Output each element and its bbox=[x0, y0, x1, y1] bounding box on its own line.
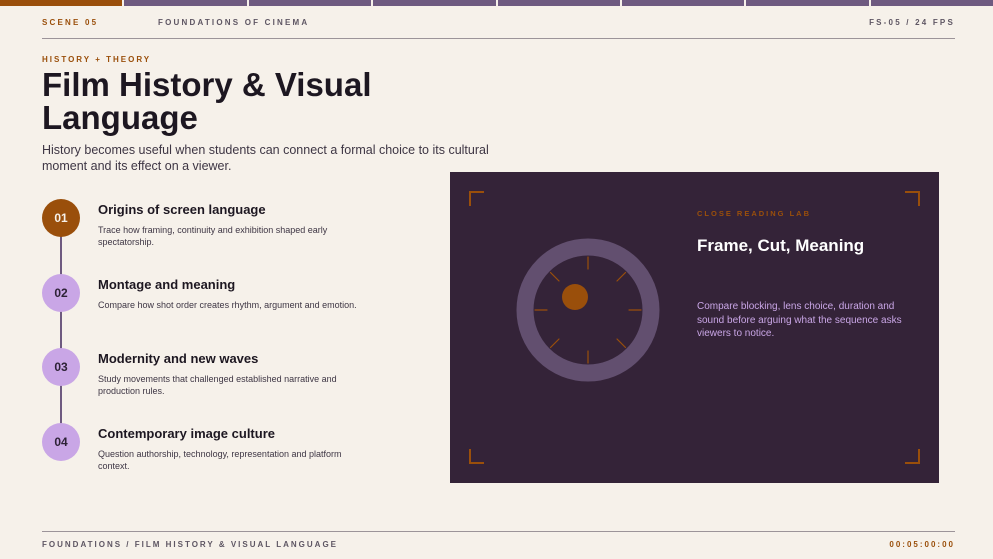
step-description: Question authorship, technology, represe… bbox=[98, 449, 342, 471]
breadcrumb: FOUNDATIONS / FILM HISTORY & VISUAL LANG… bbox=[42, 540, 339, 549]
lens-dial-icon bbox=[516, 238, 660, 382]
section-eyebrow: HISTORY + THEORY bbox=[42, 55, 152, 64]
frame-rate-label: FS-05 / 24 FPS bbox=[869, 18, 955, 27]
scene-label: SCENE 05 bbox=[42, 18, 99, 27]
progress-segment[interactable] bbox=[497, 0, 620, 6]
frame-corner-icon bbox=[905, 191, 920, 206]
progress-segment[interactable] bbox=[0, 0, 123, 6]
footer-divider bbox=[42, 531, 955, 532]
footer: FOUNDATIONS / FILM HISTORY & VISUAL LANG… bbox=[42, 540, 955, 552]
step-number-badge: 04 bbox=[42, 423, 80, 461]
progress-segment[interactable] bbox=[373, 0, 496, 6]
step-title: Contemporary image culture bbox=[98, 426, 275, 441]
panel-description: Compare blocking, lens choice, duration … bbox=[697, 301, 902, 339]
timecode: 00:05:00:00 bbox=[889, 540, 955, 549]
panel-eyebrow: CLOSE READING LAB bbox=[697, 209, 812, 218]
timeline-step-3[interactable]: 03 Modernity and new waves Study movemen… bbox=[42, 348, 382, 408]
progress-segment[interactable] bbox=[124, 0, 247, 6]
step-description: Study movements that challenged establis… bbox=[98, 374, 337, 396]
timeline-step-2[interactable]: 02 Montage and meaning Compare how shot … bbox=[42, 274, 382, 334]
course-label: FOUNDATIONS OF CINEMA bbox=[158, 18, 310, 27]
step-number-badge: 03 bbox=[42, 348, 80, 386]
top-bar: SCENE 05 FOUNDATIONS OF CINEMA FS-05 / 2… bbox=[42, 18, 955, 30]
header-divider bbox=[42, 38, 955, 39]
page-title: Film History & Visual Language bbox=[42, 66, 372, 136]
step-number-badge: 01 bbox=[42, 199, 80, 237]
scene-progress-bar bbox=[0, 0, 993, 6]
step-title: Origins of screen language bbox=[98, 202, 266, 217]
step-title: Montage and meaning bbox=[98, 277, 236, 292]
close-reading-panel: CLOSE READING LAB Frame, Cut, Meaning Co… bbox=[450, 172, 939, 483]
focus-point-icon bbox=[562, 284, 588, 310]
progress-segment[interactable] bbox=[870, 0, 993, 6]
step-number-badge: 02 bbox=[42, 274, 80, 312]
page-subtitle: History becomes useful when students can… bbox=[42, 143, 489, 173]
step-title: Modernity and new waves bbox=[98, 351, 259, 366]
progress-segment[interactable] bbox=[746, 0, 869, 6]
timeline-step-1[interactable]: 01 Origins of screen language Trace how … bbox=[42, 199, 382, 259]
progress-segment[interactable] bbox=[621, 0, 745, 6]
panel-title: Frame, Cut, Meaning bbox=[697, 236, 865, 255]
step-description: Compare how shot order creates rhythm, a… bbox=[98, 300, 357, 310]
progress-segment[interactable] bbox=[248, 0, 372, 6]
timeline-step-4[interactable]: 04 Contemporary image culture Question a… bbox=[42, 423, 382, 483]
frame-corner-icon bbox=[469, 449, 484, 464]
frame-corner-icon bbox=[469, 191, 484, 206]
frame-corner-icon bbox=[905, 449, 920, 464]
step-description: Trace how framing, continuity and exhibi… bbox=[98, 225, 328, 247]
